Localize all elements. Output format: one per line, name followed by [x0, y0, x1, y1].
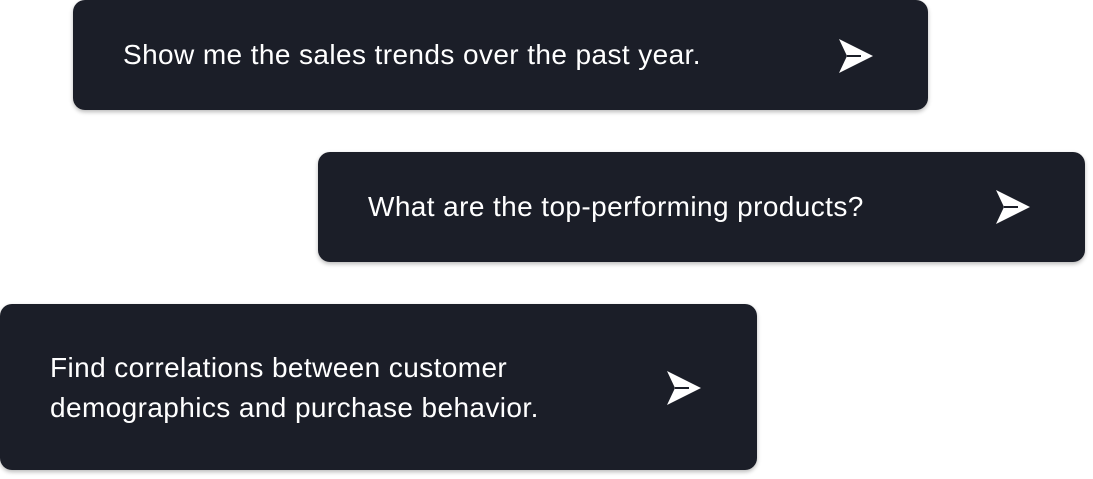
prompt-text: What are the top-performing products? [368, 191, 864, 222]
prompt-text: Find correlations between customer demog… [50, 352, 539, 423]
send-icon[interactable] [994, 188, 1032, 226]
send-icon[interactable] [837, 37, 875, 75]
prompt-text: Show me the sales trends over the past y… [123, 39, 701, 70]
send-icon[interactable] [665, 369, 703, 407]
suggested-prompt-card[interactable]: Find correlations between customer demog… [0, 304, 757, 470]
suggested-prompt-card[interactable]: What are the top-performing products? [318, 152, 1085, 262]
suggested-prompt-card[interactable]: Show me the sales trends over the past y… [73, 0, 928, 110]
